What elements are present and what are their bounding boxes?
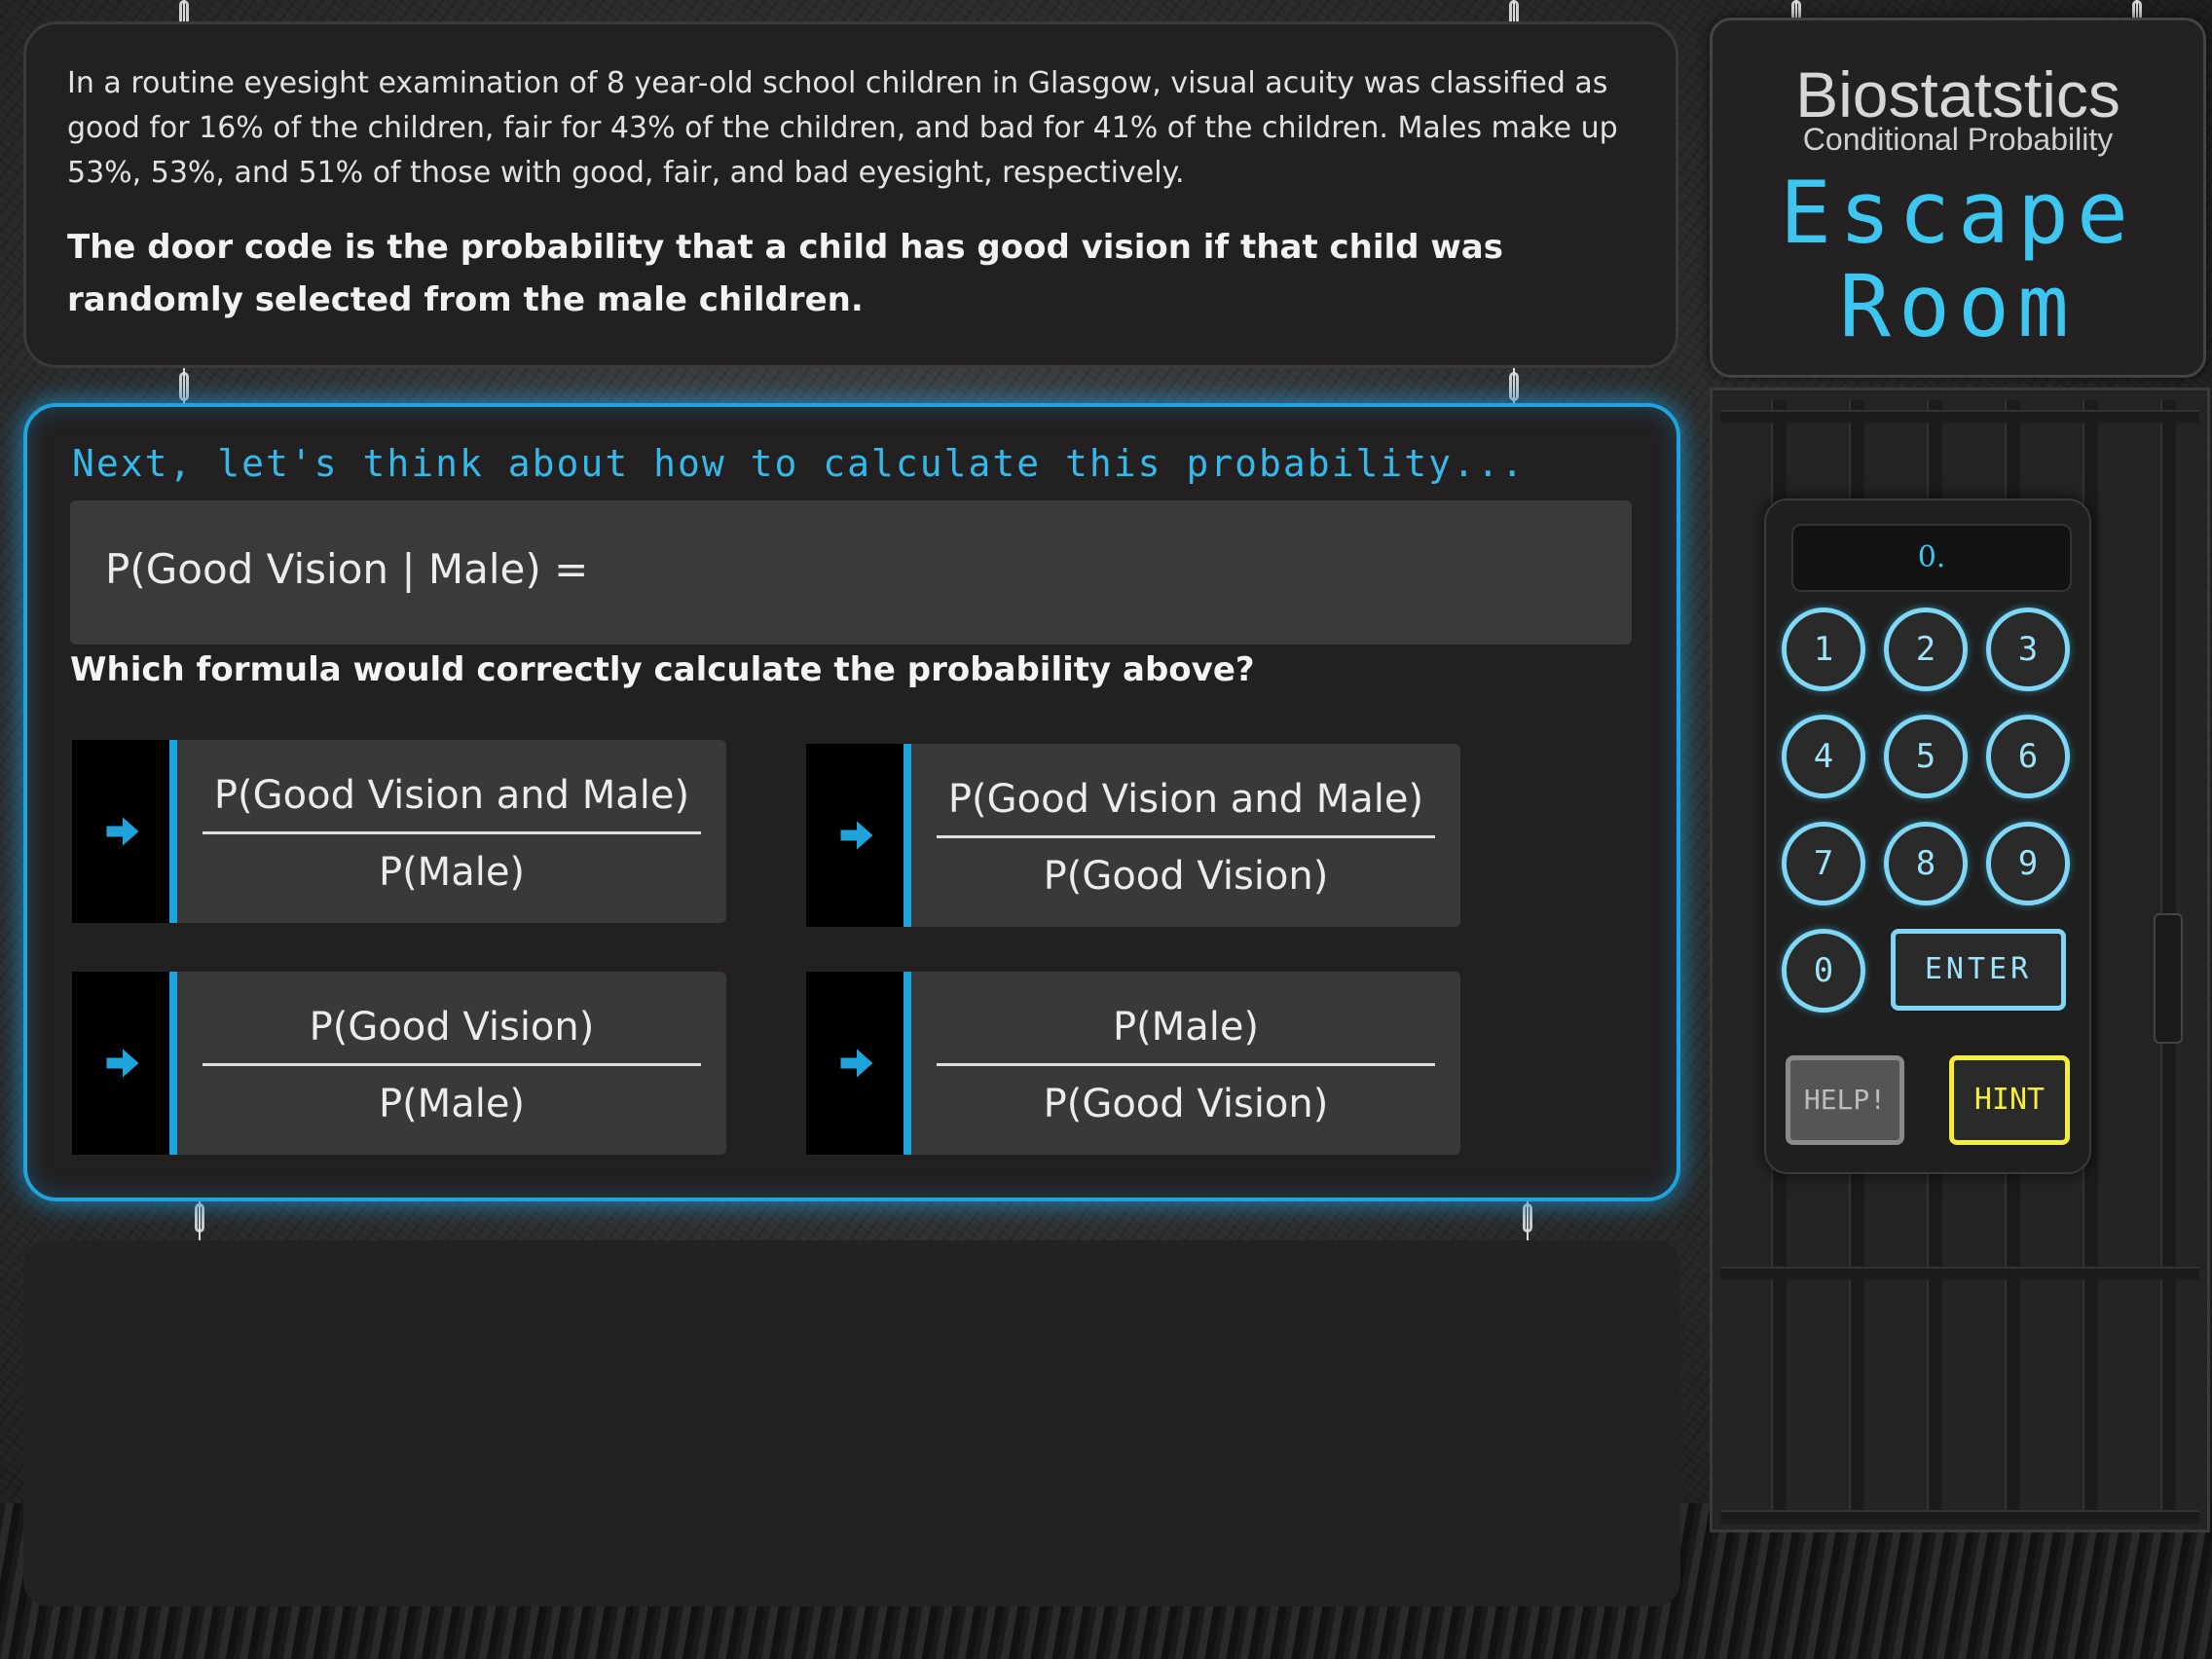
fraction-bar: [937, 835, 1435, 838]
option-3[interactable]: P(Good Vision) P(Male): [72, 972, 726, 1155]
answer-drop-area[interactable]: [23, 1240, 1680, 1606]
arrow-right-icon: [106, 1049, 139, 1078]
denominator: P(Good Vision): [1043, 1082, 1329, 1126]
numerator: P(Good Vision and Male): [213, 773, 690, 818]
question-text: Which formula would correctly calculate …: [70, 650, 1255, 689]
option-1[interactable]: P(Good Vision and Male) P(Male): [72, 740, 726, 923]
chain: [1509, 372, 1519, 401]
key-9[interactable]: 9: [1986, 822, 2070, 905]
expression-text: P(Good Vision | Male) =: [105, 545, 589, 593]
key-1[interactable]: 1: [1782, 608, 1865, 691]
title-escape-room: Escape Room: [1713, 166, 2203, 353]
title-topic: Conditional Probability: [1802, 122, 2114, 157]
fraction: P(Good Vision and Male) P(Male): [203, 769, 701, 899]
keypad: 0. 1 2 3 4 5 6 7 8 9 0 ENTER HELP! HINT: [1764, 498, 2091, 1174]
option-handle: [72, 972, 177, 1155]
door-rail: [1720, 1510, 2199, 1524]
fraction: P(Male) P(Good Vision): [937, 1001, 1435, 1130]
numerator: P(Good Vision and Male): [947, 777, 1424, 822]
denominator: P(Good Vision): [1043, 854, 1329, 899]
problem-paragraph: In a routine eyesight examination of 8 y…: [67, 66, 1618, 190]
option-handle: [806, 972, 911, 1155]
fraction-bar: [203, 831, 701, 834]
fraction: P(Good Vision and Male) P(Good Vision): [937, 773, 1435, 903]
title-escape: Escape: [1780, 163, 2136, 263]
numerator: P(Male): [1112, 1005, 1260, 1050]
chain: [1523, 1203, 1532, 1233]
fraction-bar: [203, 1063, 701, 1066]
fraction: P(Good Vision) P(Male): [203, 1001, 701, 1130]
code-display: 0.: [1791, 524, 2072, 592]
option-handle: [806, 744, 911, 927]
enter-button[interactable]: ENTER: [1891, 929, 2066, 1011]
problem-panel: In a routine eyesight examination of 8 y…: [23, 21, 1678, 368]
option-handle: [72, 740, 177, 923]
numerator: P(Good Vision): [309, 1005, 595, 1050]
key-0[interactable]: 0: [1782, 929, 1865, 1013]
key-8[interactable]: 8: [1884, 822, 1968, 905]
title-room: Room: [1839, 256, 2077, 356]
arrow-right-icon: [840, 821, 873, 850]
hint-button[interactable]: HINT: [1949, 1055, 2070, 1145]
option-4[interactable]: P(Male) P(Good Vision): [806, 972, 1460, 1155]
chain: [195, 1203, 204, 1233]
door-handle: [2154, 913, 2183, 1044]
problem-task: The door code is the probability that a …: [67, 228, 1503, 319]
arrow-right-icon: [840, 1049, 873, 1078]
title-box: Biostatstics Conditional Probability Esc…: [1710, 18, 2206, 378]
option-2[interactable]: P(Good Vision and Male) P(Good Vision): [806, 744, 1460, 927]
key-2[interactable]: 2: [1884, 608, 1968, 691]
key-7[interactable]: 7: [1782, 822, 1865, 905]
denominator: P(Male): [378, 850, 526, 895]
expression-box: P(Good Vision | Male) =: [70, 500, 1632, 645]
help-button[interactable]: HELP!: [1786, 1055, 1904, 1145]
chain: [179, 372, 189, 401]
arrow-right-icon: [106, 817, 139, 846]
title-course: Biostatstics: [1795, 58, 2120, 130]
denominator: P(Male): [378, 1082, 526, 1126]
door-rail: [1720, 410, 2199, 424]
fraction-bar: [937, 1063, 1435, 1066]
door-rail: [1720, 1267, 2199, 1280]
question-panel: Next, let's think about how to calculate…: [23, 403, 1680, 1201]
key-4[interactable]: 4: [1782, 715, 1865, 798]
key-5[interactable]: 5: [1884, 715, 1968, 798]
question-prompt: Next, let's think about how to calculate…: [72, 442, 1526, 485]
key-6[interactable]: 6: [1986, 715, 2070, 798]
key-3[interactable]: 3: [1986, 608, 2070, 691]
